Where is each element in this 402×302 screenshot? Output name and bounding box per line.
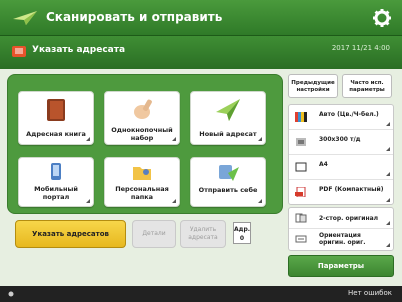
destination-panel: Адресная книга Однокнопочный набор Новый… bbox=[7, 74, 283, 214]
one-touch-button[interactable]: Однокнопочный набор bbox=[104, 91, 180, 145]
mobile-portal-icon bbox=[51, 163, 61, 180]
orientation-icon bbox=[295, 235, 307, 243]
new-destination-button[interactable]: Новый адресат bbox=[190, 91, 266, 145]
send-to-myself-icon bbox=[219, 165, 239, 181]
top-buttons: Предыдущие настройки Часто исп. параметр… bbox=[288, 74, 394, 100]
settings-list-2: 2-стор. оригинал Ориентация оригин. ориг… bbox=[288, 207, 394, 251]
duplex-setting[interactable]: 2-стор. оригинал bbox=[289, 208, 393, 229]
delete-destination-button[interactable]: Удалить адресата bbox=[180, 220, 226, 248]
favorite-settings-button[interactable]: Часто исп. параметры bbox=[342, 74, 392, 98]
address-book-icon bbox=[47, 99, 65, 121]
personal-folder-button[interactable]: Персональная папка bbox=[104, 157, 180, 207]
paper-plane-icon bbox=[13, 11, 37, 25]
address-book-button[interactable]: Адресная книга bbox=[18, 91, 94, 145]
personal-folder-icon bbox=[133, 167, 151, 180]
settings-list: Авто (Цв./Ч-бел.) 300x300 т/д A4 PDF (Ко… bbox=[288, 104, 394, 205]
resolution-setting[interactable]: 300x300 т/д bbox=[289, 130, 393, 155]
status-indicator-icon bbox=[8, 291, 14, 297]
destination-indicator-icon bbox=[12, 46, 26, 57]
destination-count: Адр. 0 bbox=[233, 222, 251, 244]
header-bar: Сканировать и отправить bbox=[0, 0, 402, 36]
previous-settings-button[interactable]: Предыдущие настройки bbox=[288, 74, 338, 98]
color-mode-setting[interactable]: Авто (Цв./Ч-бел.) bbox=[289, 105, 393, 130]
details-button[interactable]: Детали bbox=[132, 220, 176, 248]
parameters-button[interactable]: Параметры bbox=[288, 255, 394, 277]
main-area: Адресная книга Однокнопочный набор Новый… bbox=[0, 69, 402, 286]
orientation-setting[interactable]: Ориентация оригин. ориг. bbox=[289, 229, 393, 250]
duplex-icon bbox=[295, 213, 307, 223]
send-to-myself-button[interactable]: Отправить себе bbox=[190, 157, 266, 207]
gear-icon[interactable] bbox=[372, 8, 392, 28]
paper-size-icon bbox=[295, 162, 307, 172]
info-label: Указать адресата bbox=[32, 45, 126, 55]
paper-size-setting[interactable]: A4 bbox=[289, 155, 393, 180]
mobile-portal-button[interactable]: Мобильный портал bbox=[18, 157, 94, 207]
status-text: Нет ошибок bbox=[348, 289, 392, 297]
info-bar: Указать адресата 2017 11/21 4:00 bbox=[0, 36, 402, 69]
app-title: Сканировать и отправить bbox=[46, 10, 223, 24]
color-mode-icon bbox=[295, 112, 307, 122]
new-destination-icon bbox=[216, 99, 240, 121]
resolution-icon bbox=[296, 138, 306, 146]
file-format-icon bbox=[295, 187, 306, 197]
file-format-setting[interactable]: PDF (Компактный) bbox=[289, 180, 393, 205]
one-touch-icon bbox=[134, 99, 152, 119]
specify-destinations-button[interactable]: Указать адресатов bbox=[15, 220, 126, 248]
status-bar: Нет ошибок bbox=[0, 286, 402, 302]
datetime: 2017 11/21 4:00 bbox=[331, 44, 390, 52]
